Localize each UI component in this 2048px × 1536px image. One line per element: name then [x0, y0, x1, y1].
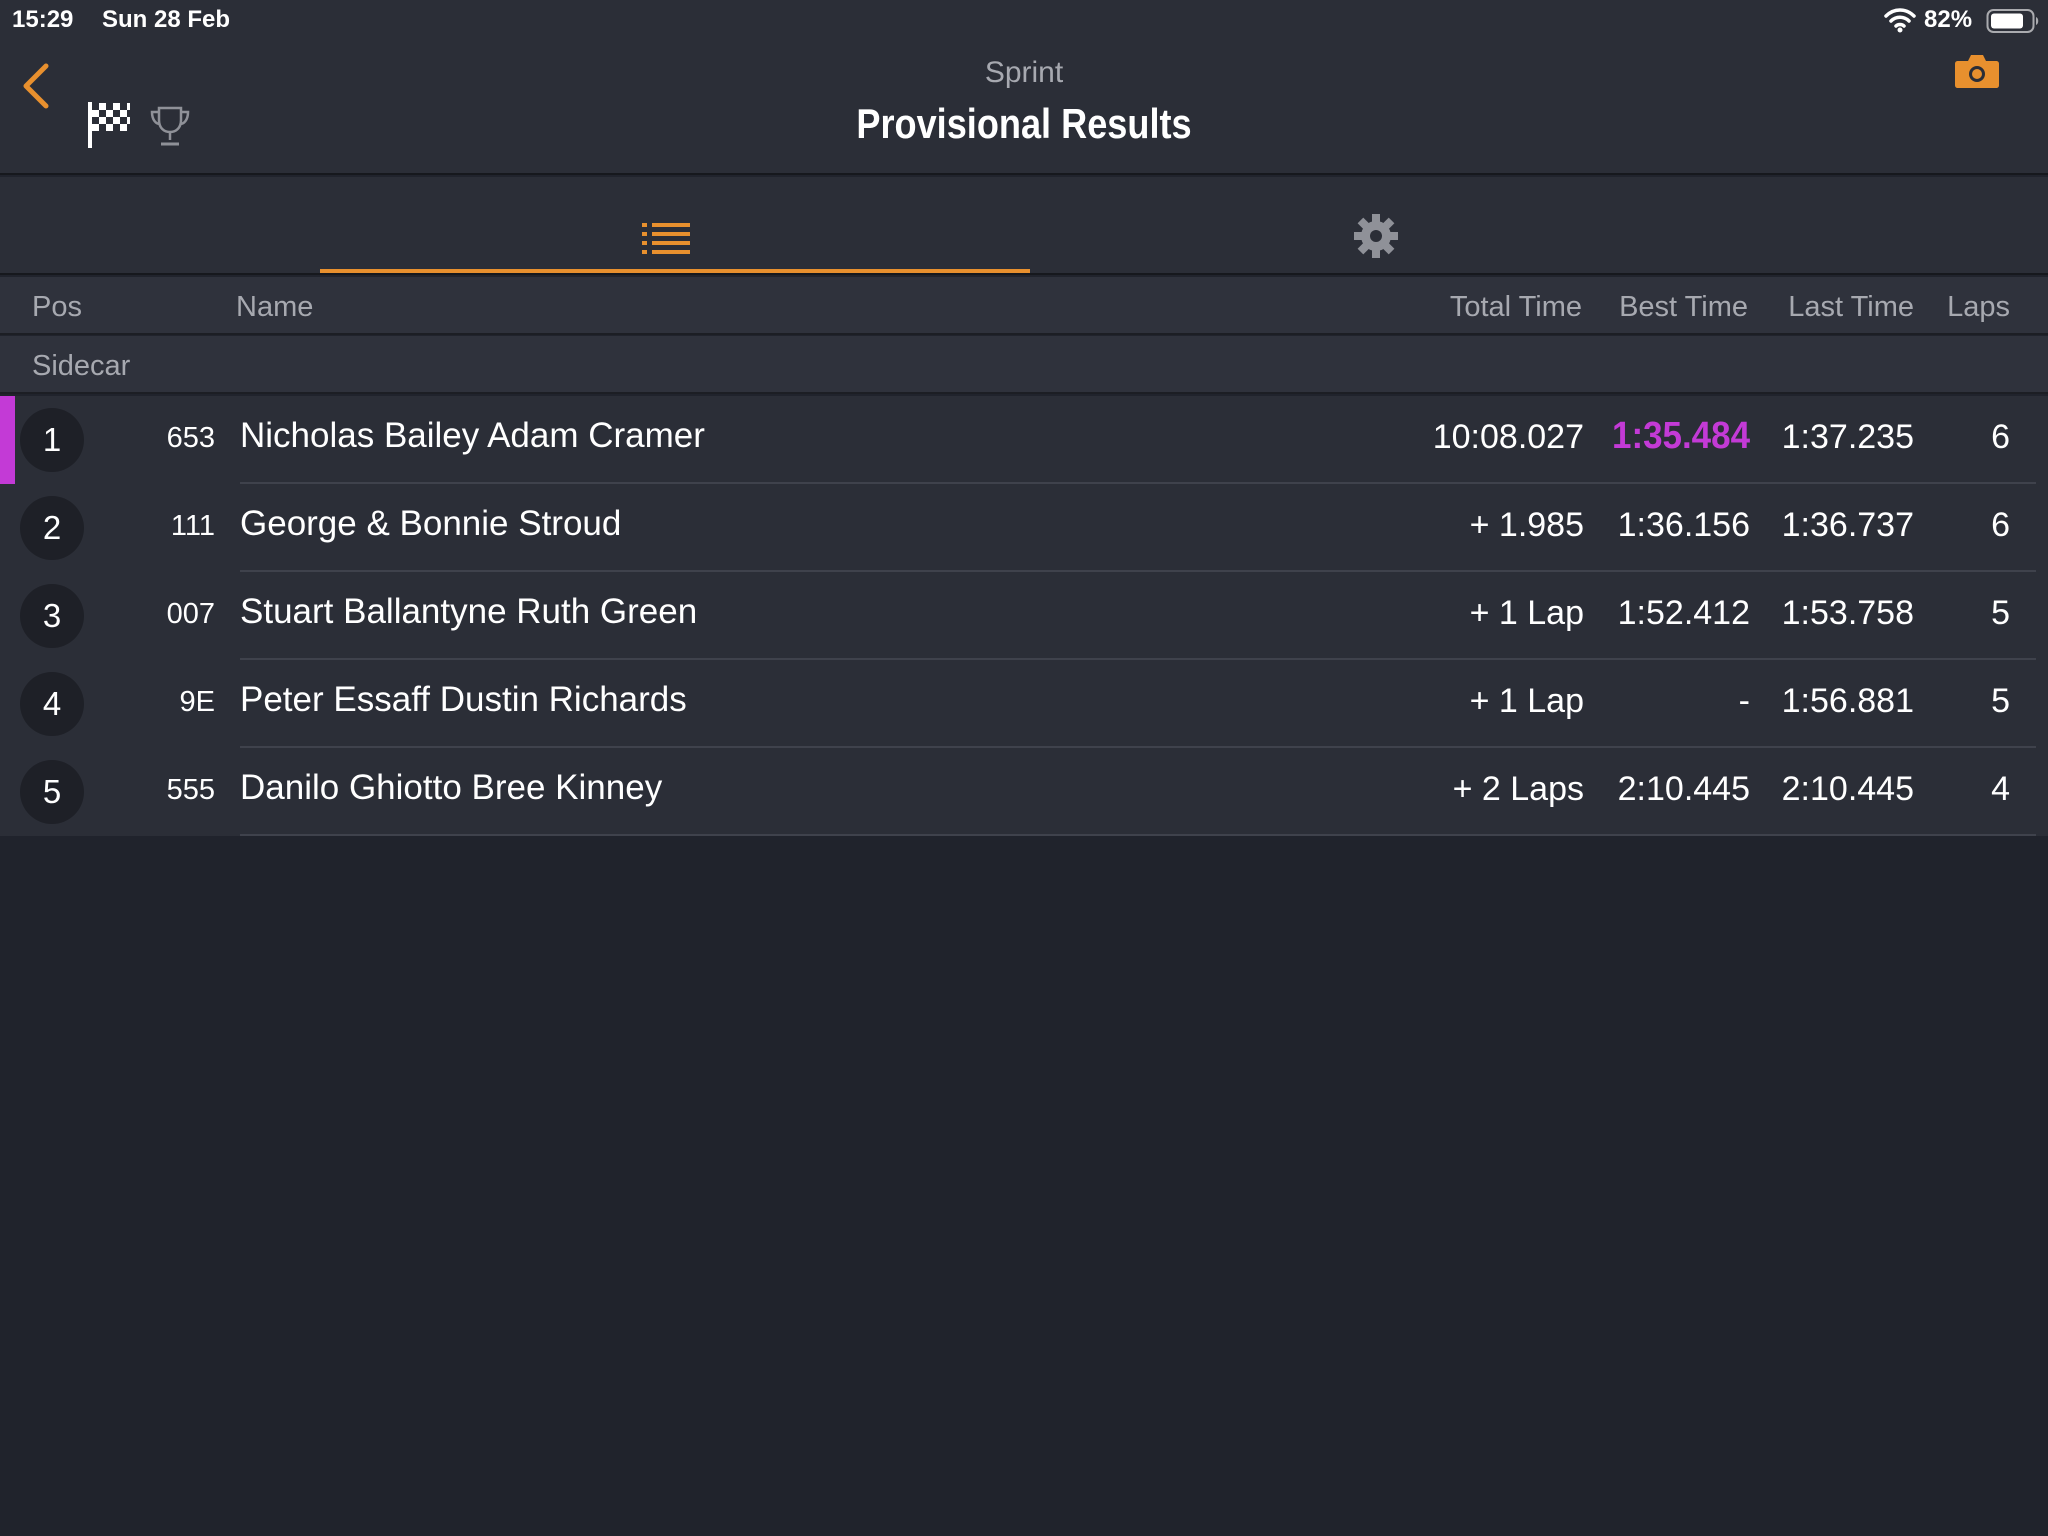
race-number: 9E	[179, 686, 215, 718]
tab-settings[interactable]	[1030, 177, 1730, 273]
rider-name: Nicholas Bailey Adam Cramer	[240, 416, 705, 455]
class-name: Sidecar	[32, 350, 131, 382]
position-badge: 1	[20, 408, 84, 472]
battery-percent: 82%	[1924, 6, 1973, 33]
total-time: + 2 Laps	[1452, 770, 1584, 808]
rider-name: George & Bonnie Stroud	[240, 504, 622, 543]
col-name: Name	[236, 291, 314, 323]
table-row[interactable]: 1 653 Nicholas Bailey Adam Cramer 10:08.…	[0, 396, 2048, 484]
camera-icon[interactable]	[1954, 52, 2000, 90]
page-title: Provisional Results	[856, 100, 1192, 147]
last-time: 1:56.881	[1781, 682, 1914, 720]
best-time: -	[1738, 682, 1750, 720]
col-best-time: Best Time	[1619, 291, 1748, 323]
row-divider	[240, 834, 2036, 836]
table-row[interactable]: 5 555 Danilo Ghiotto Bree Kinney + 2 Lap…	[0, 748, 2048, 836]
total-time: + 1 Lap	[1469, 682, 1584, 720]
col-laps: Laps	[1947, 291, 2010, 323]
list-icon	[642, 223, 690, 254]
rider-name: Danilo Ghiotto Bree Kinney	[240, 768, 663, 807]
status-date: Sun 28 Feb	[102, 6, 231, 33]
table-row[interactable]: 3 007 Stuart Ballantyne Ruth Green + 1 L…	[0, 572, 2048, 660]
laps-count: 6	[1991, 506, 2010, 544]
laps-count: 4	[1991, 770, 2010, 808]
position-badge: 5	[20, 760, 84, 824]
position-badge: 4	[20, 672, 84, 736]
last-time: 2:10.445	[1781, 770, 1914, 808]
class-group-header: Sidecar	[0, 336, 2048, 394]
total-time: + 1.985	[1469, 506, 1584, 544]
col-last-time: Last Time	[1788, 291, 1914, 323]
col-total-time: Total Time	[1449, 291, 1582, 323]
results-column-header: Pos Name Total Time Best Time Last Time …	[0, 277, 2048, 335]
best-time: 1:36.156	[1617, 506, 1750, 544]
table-row[interactable]: 4 9E Peter Essaff Dustin Richards + 1 La…	[0, 660, 2048, 748]
laps-count: 5	[1991, 594, 2010, 632]
tab-results-list[interactable]	[320, 177, 1030, 273]
total-time: 10:08.027	[1432, 418, 1584, 456]
total-time: + 1 Lap	[1469, 594, 1584, 632]
last-time: 1:37.235	[1781, 418, 1914, 456]
results-list: 1 653 Nicholas Bailey Adam Cramer 10:08.…	[0, 396, 2048, 836]
rider-name: Stuart Ballantyne Ruth Green	[240, 592, 698, 631]
laps-count: 6	[1991, 418, 2010, 456]
race-number: 111	[170, 510, 215, 542]
race-number: 653	[166, 422, 215, 454]
table-row[interactable]: 2 111 George & Bonnie Stroud + 1.985 1:3…	[0, 484, 2048, 572]
position-badge: 2	[20, 496, 84, 560]
checkered-flag-icon[interactable]	[86, 100, 132, 150]
best-time: 2:10.445	[1617, 770, 1750, 808]
battery-icon	[1986, 9, 2039, 33]
session-subtitle: Sprint	[984, 56, 1064, 89]
active-tab-indicator	[320, 269, 1030, 273]
last-time: 1:36.737	[1781, 506, 1914, 544]
status-bar: 15:29 Sun 28 Feb 82%	[0, 0, 2048, 40]
rider-name: Peter Essaff Dustin Richards	[240, 680, 687, 719]
gear-icon	[1354, 214, 1398, 258]
last-time: 1:53.758	[1781, 594, 1914, 632]
best-time: 1:52.412	[1617, 594, 1750, 632]
race-number: 555	[166, 774, 215, 806]
best-time: 1:35.484	[1611, 415, 1750, 457]
status-time: 15:29	[12, 6, 74, 33]
segmented-tabs	[0, 177, 2048, 275]
position-badge: 3	[20, 584, 84, 648]
col-pos: Pos	[32, 291, 82, 323]
fastest-lap-marker	[0, 396, 15, 484]
race-number: 007	[166, 598, 215, 630]
wifi-icon	[1884, 8, 1916, 33]
laps-count: 5	[1991, 682, 2010, 720]
